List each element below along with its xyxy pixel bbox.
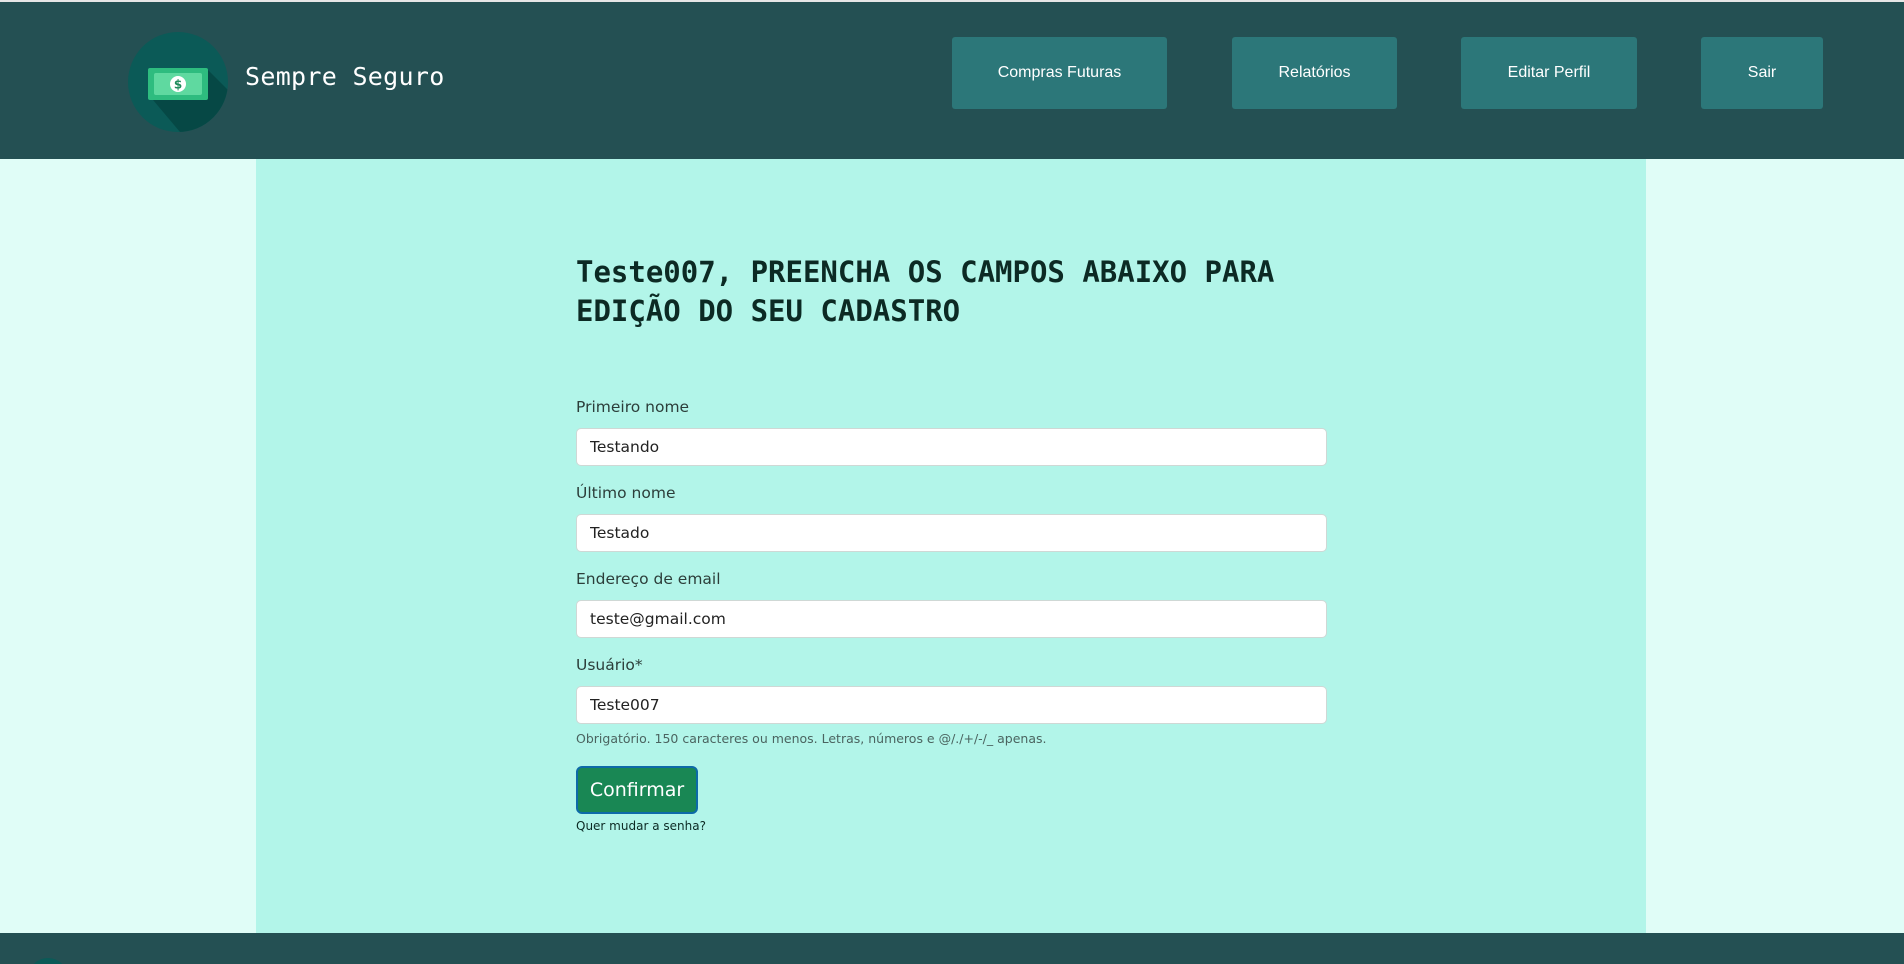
change-password-link[interactable]: Quer mudar a senha?	[576, 819, 706, 833]
nav-editar-perfil-button[interactable]: Editar Perfil	[1461, 37, 1637, 109]
email-label: Endereço de email	[576, 570, 721, 588]
page-title: Teste007, PREENCHA OS CAMPOS ABAIXO PARA…	[576, 255, 1275, 328]
nav-compras-futuras-button[interactable]: Compras Futuras	[952, 37, 1167, 109]
svg-text:$: $	[174, 78, 182, 92]
footer	[0, 933, 1904, 964]
nav-sair-button[interactable]: Sair	[1701, 37, 1823, 109]
email-input[interactable]	[576, 600, 1327, 638]
confirm-button[interactable]: Confirmar	[576, 766, 698, 814]
header: $ Sempre Seguro Compras Futuras Relatóri…	[0, 2, 1904, 159]
brand-name[interactable]: Sempre Seguro	[245, 62, 445, 91]
nav-relatorios-button[interactable]: Relatórios	[1232, 37, 1397, 109]
footer-logo-icon	[28, 958, 68, 964]
first-name-label: Primeiro nome	[576, 398, 690, 416]
money-bill-icon[interactable]: $	[128, 32, 228, 132]
last-name-input[interactable]	[576, 514, 1327, 552]
username-help-text: Obrigatório. 150 caracteres ou menos. Le…	[576, 731, 1047, 746]
last-name-label: Último nome	[576, 484, 676, 502]
username-input[interactable]	[576, 686, 1327, 724]
username-label: Usuário*	[576, 656, 643, 674]
first-name-input[interactable]	[576, 428, 1327, 466]
